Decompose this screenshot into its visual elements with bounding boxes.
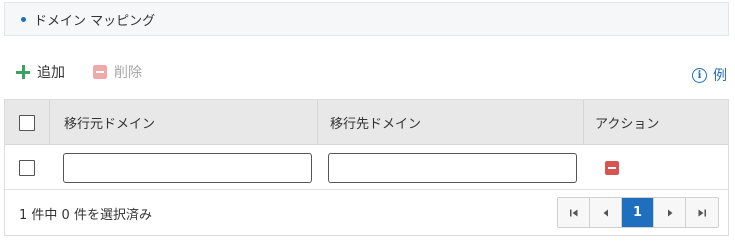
- section-header: ドメイン マッピング: [4, 2, 729, 36]
- table-footer: 1 件中 0 件を選択済み 1: [5, 191, 728, 235]
- info-circle-icon: i: [692, 67, 707, 83]
- row-checkbox[interactable]: [19, 159, 35, 176]
- section-title: ドメイン マッピング: [34, 13, 156, 29]
- minus-box-icon: [93, 65, 107, 79]
- page-number-button[interactable]: 1: [622, 198, 654, 227]
- last-page-icon: [698, 209, 706, 216]
- first-page-icon: [569, 209, 577, 216]
- column-divider: [583, 100, 584, 145]
- prev-page-button[interactable]: [590, 198, 622, 227]
- add-button[interactable]: 追加: [16, 62, 65, 82]
- domain-mapping-table: 移行元ドメイン 移行先ドメイン アクション 1 件中 0 件を選択済み 1: [4, 99, 729, 236]
- target-domain-input[interactable]: [328, 152, 577, 183]
- action-cell: [605, 145, 619, 190]
- selection-count: 1 件中 0 件を選択済み: [19, 207, 152, 223]
- column-divider: [317, 100, 318, 145]
- toolbar: 追加 削除: [16, 62, 142, 82]
- delete-button[interactable]: 削除: [93, 62, 142, 82]
- prev-page-icon: [603, 209, 608, 216]
- example-link-label: 例: [713, 68, 727, 84]
- column-header-source-domain[interactable]: 移行元ドメイン: [64, 100, 155, 145]
- column-header-action: アクション: [595, 117, 660, 132]
- last-page-button[interactable]: [686, 198, 718, 227]
- header-select-cell: [19, 100, 35, 145]
- pagination: 1: [557, 197, 719, 228]
- row-select-cell: [19, 145, 35, 190]
- add-button-label: 追加: [37, 65, 65, 81]
- column-divider: [49, 100, 50, 145]
- next-page-icon: [667, 209, 672, 216]
- source-domain-cell: [63, 145, 312, 190]
- row-delete-button[interactable]: [605, 160, 619, 175]
- table-header: 移行元ドメイン 移行先ドメイン アクション: [5, 100, 728, 145]
- column-header-target-domain[interactable]: 移行先ドメイン: [330, 100, 421, 145]
- table-row: [5, 145, 728, 190]
- plus-icon: [16, 65, 30, 79]
- target-domain-cell: [328, 145, 577, 190]
- first-page-button[interactable]: [558, 198, 590, 227]
- next-page-button[interactable]: [654, 198, 686, 227]
- select-all-checkbox[interactable]: [19, 114, 35, 131]
- delete-button-label: 削除: [114, 65, 142, 81]
- bullet-dot-icon: [21, 16, 26, 22]
- example-link[interactable]: i 例: [692, 65, 727, 85]
- source-domain-input[interactable]: [63, 152, 312, 183]
